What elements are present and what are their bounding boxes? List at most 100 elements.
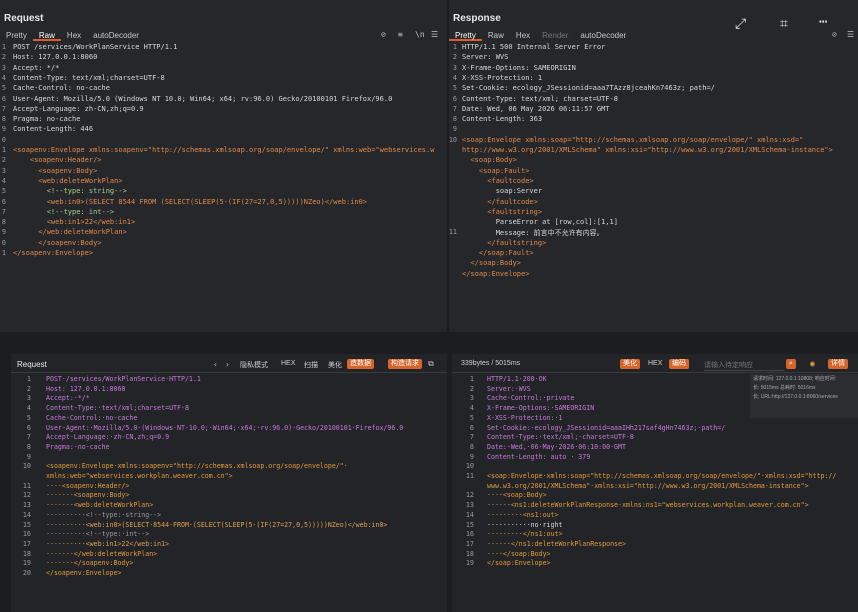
code-line: ··········<!--type:·string--> — [46, 510, 162, 519]
line-number: 7 — [26, 433, 31, 442]
line-number: 20 — [22, 569, 31, 577]
line-number: 4 — [452, 73, 457, 82]
make-data-button[interactable]: 造数据 — [347, 359, 374, 369]
line-number: 4 — [1, 73, 6, 82]
code-line: <soapenv:Header/> — [13, 156, 102, 165]
code-line: ······</ns1:deleteWorkPlanResponse> — [487, 539, 626, 548]
tab-render[interactable]: Render — [536, 30, 574, 41]
code-line: </soap:Body> — [462, 259, 522, 268]
beautify-button[interactable]: 美化 — [620, 359, 640, 369]
response-search-input[interactable]: 请输入待定响应 — [704, 360, 784, 371]
code-line: ParseError at [row,col]:[1,1] — [462, 218, 618, 227]
request-tabs: Pretty Raw Hex autoDecoder — [0, 30, 145, 41]
code-line: ·······</soapenv:Body> — [46, 559, 134, 568]
code-line: </soap:Fault> — [462, 249, 534, 257]
code-line: Date:·Wed,·06·May·2026·06:10:00·GMT — [487, 442, 626, 451]
code-line: </soap:Envelope> — [487, 559, 551, 568]
next-icon[interactable]: › — [225, 360, 230, 369]
line-number: 15 — [22, 520, 31, 529]
code-line: ····<soap:Body> — [487, 491, 547, 500]
tooltip: 请求时间: 127.0.0.1:10808; 响应时间: 长: 5015ms 总… — [750, 374, 858, 418]
line-number: 10 — [465, 462, 474, 471]
line-number: 4 — [1, 176, 6, 185]
line-number: 3 — [1, 166, 6, 175]
response-pane-bottom: 339bytes / 5015ms 美化 HEX 编码 请输入待定响应 ⌕ ◉ … — [452, 354, 858, 612]
code-line: Cache-Control:·no-cache — [46, 413, 138, 422]
expand-icon[interactable]: ⤢ — [735, 16, 746, 32]
line-number: 12 — [22, 491, 31, 500]
line-number: 11 — [465, 472, 474, 480]
code-line: www.w3.org/2001/XMLSchema"·xmlns:xsi="ht… — [487, 481, 809, 490]
scan-button[interactable]: 扫描 — [304, 360, 318, 370]
code-line: soap:Server — [462, 187, 543, 196]
wrap-icon[interactable]: ⊘ — [832, 30, 837, 39]
menu-icon[interactable]: ☰ — [431, 30, 438, 39]
code-line: </soap:Envelope> — [462, 269, 530, 278]
line-number: 11 — [22, 481, 31, 490]
tab-pretty[interactable]: Pretty — [0, 30, 33, 41]
line-number: 17 — [465, 539, 474, 548]
more-icon[interactable]: ⋯ — [819, 14, 827, 30]
code-line: </faultstring> — [462, 238, 547, 247]
tab-hex[interactable]: Hex — [510, 30, 536, 41]
details-button[interactable]: 详情 — [828, 359, 848, 369]
privacy-mode-button[interactable]: 隐私模式 — [240, 360, 268, 370]
line-number: 19 — [22, 559, 31, 568]
code-line: HTTP/1.1 500 Internal Server Error — [462, 43, 606, 51]
request-title: Request — [4, 13, 44, 24]
prev-icon[interactable]: ‹ — [213, 360, 218, 369]
code-line: Set-Cookie:·ecology_JSessionid=aaaIHh217… — [487, 423, 726, 432]
line-number: 7 — [452, 104, 457, 113]
code-line: Server: WVS — [462, 53, 509, 62]
scan-icon[interactable]: ⌗ — [780, 16, 788, 32]
line-number: 2 — [469, 384, 474, 393]
menu-icon[interactable]: ☰ — [847, 30, 854, 39]
code-line: <!--type: int--> — [13, 207, 115, 216]
code-line: xmlns:web="webservices.workplan.weaver.c… — [46, 472, 233, 480]
tab-raw[interactable]: Raw — [482, 30, 510, 41]
line-number: 3 — [26, 394, 31, 403]
code-line: <faultcode> — [462, 176, 534, 185]
line-number: 17 — [22, 539, 31, 548]
line-number: 2 — [452, 53, 457, 62]
search-button[interactable]: ⌕ — [786, 359, 796, 369]
build-request-button[interactable]: 构造请求 — [388, 359, 422, 369]
code-line: <soap:Body> — [462, 156, 517, 165]
encoding-button[interactable]: 编码 — [669, 359, 689, 369]
copy-icon[interactable]: ⧉ — [428, 359, 434, 369]
newline-icon[interactable]: \n — [415, 30, 425, 39]
tab-autodecoder[interactable]: autoDecoder — [87, 30, 145, 41]
code-line: <!--type: string--> — [13, 187, 127, 196]
code-line: ···········no·right — [487, 520, 563, 529]
tab-autodecoder[interactable]: autoDecoder — [574, 30, 632, 41]
wrap-icon[interactable]: ⊘ — [381, 30, 386, 39]
code-line: Content-Type:·text/xml;·charset=UTF-8 — [487, 433, 634, 442]
line-number: 5 — [1, 84, 6, 93]
tooltip-line: 长; URL:http://127.0.0.1:8060/services — [753, 394, 838, 400]
line-number: 3 — [452, 63, 457, 72]
code-line: <soapenv:Envelope xmlns:soapenv="http://… — [13, 146, 435, 154]
line-number: 5 — [452, 84, 457, 93]
tab-hex[interactable]: Hex — [61, 30, 87, 41]
line-number: 8 — [1, 218, 6, 227]
hex-button[interactable]: HEX — [281, 360, 295, 367]
code-line: Pragma:·no-cache — [46, 442, 110, 451]
line-number: 3 — [469, 394, 474, 403]
code-line: Accept: */* — [13, 63, 60, 72]
tab-raw[interactable]: Raw — [32, 30, 61, 41]
code-line: ·······<soapenv:Body> — [46, 491, 130, 500]
code-line: ······<ns1:deleteWorkPlanResponse·xmlns:… — [487, 501, 809, 510]
code-line: </faultcode> — [462, 197, 538, 206]
request-pane-top: Request Pretty Raw Hex autoDecoder ⊘ ≡ \… — [0, 0, 447, 332]
code-line: Host: 127.0.0.1:8060 — [13, 53, 98, 62]
chrome-icon[interactable]: ◉ — [810, 359, 815, 368]
code-line: Message: 前言中不允许有内容。 — [462, 229, 604, 238]
code-line: Date: Wed, 06 May 2026 06:11:57 GMT — [462, 104, 610, 113]
format-icon[interactable]: ≡ — [398, 30, 403, 39]
line-number: 7 — [1, 207, 6, 216]
code-line: Content-Type: text/xml; charset=UTF-8 — [462, 94, 618, 103]
hex-button[interactable]: HEX — [648, 360, 662, 367]
line-number: 14 — [22, 510, 31, 519]
beautify-button[interactable]: 美化 — [328, 360, 342, 370]
tab-pretty[interactable]: Pretty — [449, 30, 482, 41]
